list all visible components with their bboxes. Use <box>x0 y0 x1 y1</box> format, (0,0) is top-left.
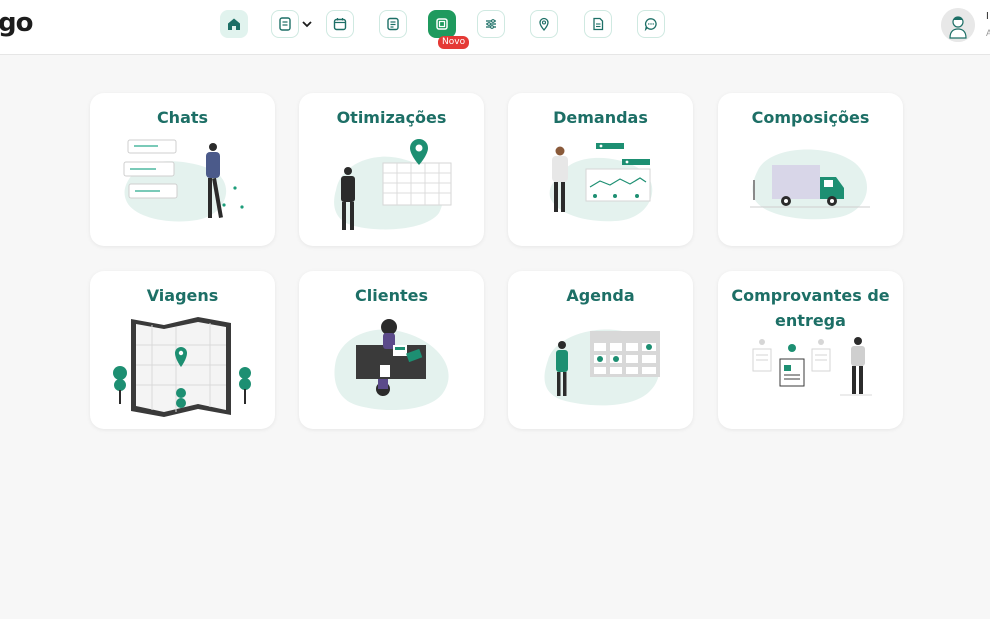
card-title: Demandas <box>553 108 648 127</box>
agenda-illustration <box>544 329 660 406</box>
demandas-illustration <box>549 143 653 222</box>
card-demandas[interactable]: Demandas <box>508 93 693 246</box>
app-logo[interactable]: go <box>0 8 33 38</box>
card-clientes[interactable]: Clientes <box>299 271 484 429</box>
card-title: Comprovantes de entrega <box>731 286 890 330</box>
card-title: Clientes <box>355 286 428 305</box>
comprovantes-illustration <box>752 337 872 396</box>
chat-icon[interactable] <box>637 10 665 38</box>
card-title: Composições <box>751 108 870 127</box>
card-chats[interactable]: Chats <box>90 93 275 246</box>
composicoes-illustration <box>750 149 870 220</box>
file-icon[interactable] <box>584 10 612 38</box>
clientes-illustration <box>334 319 449 410</box>
calendar-icon[interactable] <box>326 10 354 38</box>
new-badge: Novo <box>438 36 470 49</box>
chevron-down-icon[interactable] <box>300 17 314 31</box>
user-name: I <box>986 11 989 22</box>
user-role: A <box>986 28 990 38</box>
viagens-illustration <box>113 317 251 417</box>
card-agenda[interactable]: Agenda <box>508 271 693 429</box>
user-avatar[interactable] <box>941 8 975 42</box>
card-title: Chats <box>156 108 209 127</box>
card-title: Viagens <box>146 286 219 305</box>
card-comprovantes-de-entrega[interactable]: Comprovantes de entrega <box>718 271 903 429</box>
document-icon[interactable] <box>271 10 299 38</box>
home-icon[interactable] <box>220 10 248 38</box>
card-otimizacoes[interactable]: Otimizações <box>299 93 484 246</box>
card-title: Otimizações <box>336 108 447 127</box>
sliders-icon[interactable] <box>477 10 505 38</box>
card-viagens[interactable]: Viagens <box>90 271 275 429</box>
map-pin-icon[interactable] <box>530 10 558 38</box>
chats-illustration <box>123 139 244 222</box>
list-icon[interactable] <box>379 10 407 38</box>
otimizacoes-illustration <box>334 139 452 230</box>
top-navigation-bar: go Novo I A <box>0 0 990 55</box>
card-title: Agenda <box>566 286 635 305</box>
route-icon[interactable] <box>428 10 456 38</box>
card-composicoes[interactable]: Composições <box>718 93 903 246</box>
